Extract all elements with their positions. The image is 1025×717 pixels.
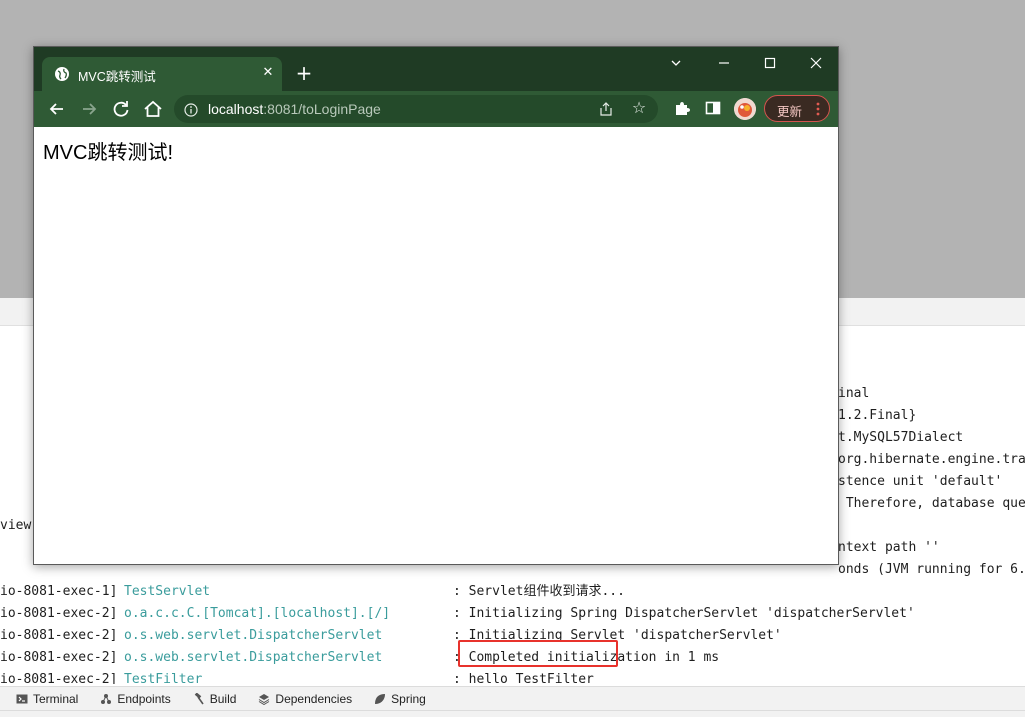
update-button[interactable]: 更新 <box>764 95 830 122</box>
console-fragment: inal <box>838 386 870 401</box>
console-fragment: t.MySQL57Dialect <box>838 430 964 445</box>
status-bar <box>0 710 1025 717</box>
log-thread: io-8081-exec-1] <box>0 584 118 599</box>
tool-tab-label: Terminal <box>33 691 79 706</box>
tool-tab-label: Spring <box>391 691 426 706</box>
log-thread: io-8081-exec-2] <box>0 650 118 665</box>
tool-window-bar: Terminal Endpoints Build Dependencies Sp… <box>0 686 1025 710</box>
info-icon[interactable] <box>184 102 198 117</box>
console-fragment: ntext path '' <box>838 540 940 555</box>
log-message: : Initializing Spring DispatcherServlet … <box>453 606 915 621</box>
annotation-highlight-box <box>458 640 618 667</box>
log-thread: io-8081-exec-2] <box>0 628 118 643</box>
tool-tab-label: Dependencies <box>275 691 353 706</box>
back-button[interactable] <box>46 98 68 120</box>
terminal-icon <box>16 693 28 705</box>
console-fragment: 1.2.Final} <box>838 408 917 423</box>
log-logger: o.s.web.servlet.DispatcherServlet <box>124 650 383 665</box>
bookmark-star-icon[interactable]: ☆ <box>630 99 648 117</box>
side-panel-icon[interactable] <box>704 99 722 117</box>
close-window-button[interactable] <box>804 53 828 73</box>
console-line: io-8081-exec-2] o.a.c.c.C.[Tomcat].[loca… <box>0 603 915 625</box>
profile-avatar[interactable] <box>734 98 756 120</box>
console-line: io-8081-exec-2] o.s.web.servlet.Dispatch… <box>0 647 719 669</box>
home-button[interactable] <box>142 98 164 120</box>
log-message: : Servlet组件收到请求... <box>453 584 625 599</box>
tool-tab-label: Build <box>209 691 237 706</box>
kebab-menu-icon[interactable] <box>815 100 821 118</box>
endpoints-icon <box>100 693 112 705</box>
tool-tab-endpoints[interactable]: Endpoints <box>100 687 171 711</box>
maximize-button[interactable] <box>758 53 782 73</box>
url-text: localhost:8081/toLoginPage <box>208 101 381 117</box>
console-fragment: onds (JVM running for 6. <box>838 562 1025 577</box>
update-label: 更新 <box>777 105 803 119</box>
leaf-icon <box>374 693 386 705</box>
log-thread: io-8081-exec-2] <box>0 672 118 684</box>
page-heading: MVC跳转测试! <box>43 142 173 164</box>
url-path: :8081/toLoginPage <box>263 101 381 117</box>
tool-tab-dependencies[interactable]: Dependencies <box>258 687 352 711</box>
layers-icon <box>258 693 270 705</box>
log-logger: o.s.web.servlet.DispatcherServlet <box>124 628 383 643</box>
log-logger: TestServlet <box>124 584 211 599</box>
tool-tab-terminal[interactable]: Terminal <box>16 687 78 711</box>
console-line: io-8081-exec-2] TestFilter : hello TestF… <box>0 669 594 684</box>
tool-tab-spring[interactable]: Spring <box>374 687 426 711</box>
console-line: io-8081-exec-1] TestServlet : Servlet组件收… <box>0 581 625 603</box>
address-bar[interactable]: localhost:8081/toLoginPage ☆ <box>174 95 658 123</box>
log-thread: io-8081-exec-2] <box>0 606 118 621</box>
browser-titlebar: MVC跳转测试 ✕ + <box>34 47 838 91</box>
console-line: io-8081-exec-2] o.s.web.servlet.Dispatch… <box>0 625 782 647</box>
console-fragment: Therefore, database que <box>838 496 1025 511</box>
page-content: MVC跳转测试! <box>34 127 838 564</box>
close-tab-icon[interactable]: ✕ <box>259 64 277 82</box>
forward-button[interactable] <box>78 98 100 120</box>
log-message: : hello TestFilter <box>453 672 594 684</box>
hammer-icon <box>193 691 205 705</box>
reload-button[interactable] <box>110 98 132 120</box>
browser-tab[interactable]: MVC跳转测试 ✕ <box>42 57 282 91</box>
console-fragment: view <box>0 518 32 533</box>
browser-toolbar: localhost:8081/toLoginPage ☆ 更新 <box>34 91 838 127</box>
url-host: localhost <box>208 101 264 117</box>
log-logger: TestFilter <box>124 672 203 684</box>
globe-icon <box>54 66 70 82</box>
share-icon[interactable] <box>598 101 614 117</box>
log-logger: o.a.c.c.C.[Tomcat].[localhost].[/] <box>124 606 391 621</box>
console-fragment: stence unit 'default' <box>838 474 1003 489</box>
tab-title: MVC跳转测试 <box>78 70 156 84</box>
tool-tab-label: Endpoints <box>117 691 171 706</box>
tab-search-icon[interactable] <box>666 53 686 73</box>
new-tab-button[interactable]: + <box>292 61 316 85</box>
extensions-puzzle-icon[interactable] <box>672 98 692 118</box>
tool-tab-build[interactable]: Build <box>193 687 237 711</box>
browser-window: MVC跳转测试 ✕ + localhost:8081/toLoginPage ☆… <box>33 46 839 565</box>
minimize-button[interactable] <box>712 53 736 73</box>
console-fragment: org.hibernate.engine.tra <box>838 452 1025 467</box>
